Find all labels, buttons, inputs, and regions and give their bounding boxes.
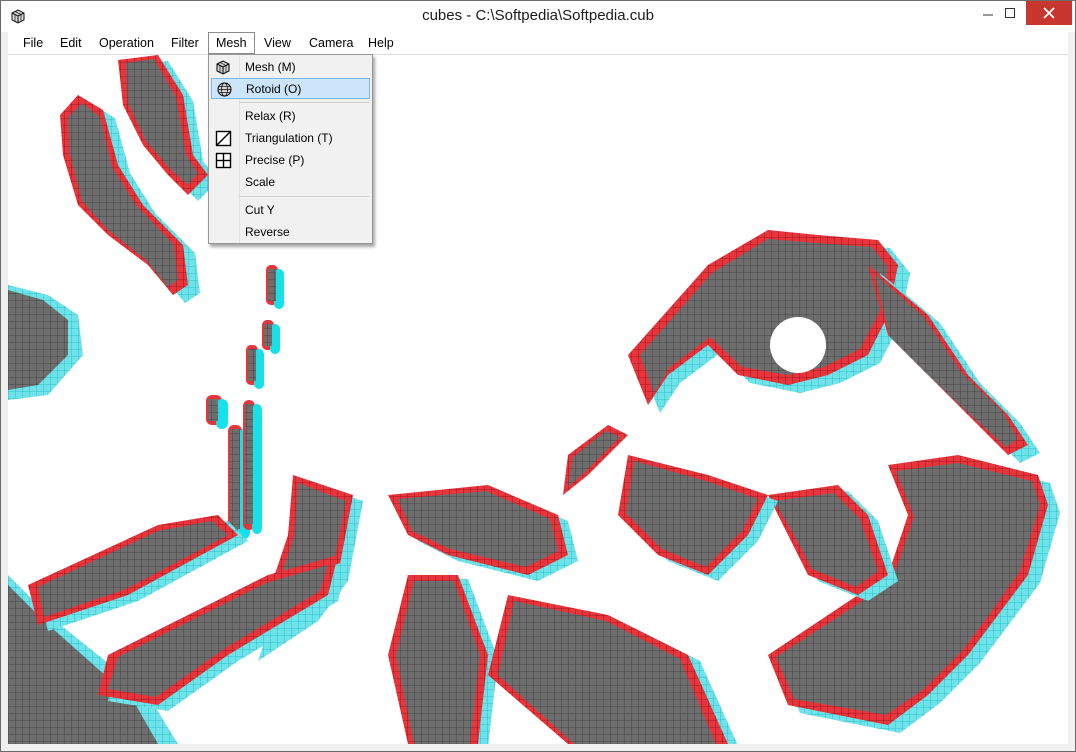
voxel-cluster bbox=[60, 55, 218, 303]
menu-item-label: Reverse bbox=[245, 225, 290, 239]
menu-item-relax[interactable]: Relax (R) bbox=[211, 106, 370, 127]
menu-item-label: Cut Y bbox=[245, 203, 275, 217]
menu-item-label: Relax (R) bbox=[245, 109, 296, 123]
menu-item-label: Rotoid (O) bbox=[246, 82, 302, 96]
menu-item-label: Precise (P) bbox=[245, 153, 305, 167]
menu-item-label: Mesh (M) bbox=[245, 60, 296, 74]
app-window: cubes - C:\Softpedia\Softpedia.cub File … bbox=[0, 0, 1076, 752]
menu-item-scale[interactable]: Scale bbox=[211, 172, 370, 193]
window-title: cubes - C:\Softpedia\Softpedia.cub bbox=[422, 7, 654, 24]
menu-item-precise[interactable]: Precise (P) bbox=[211, 150, 370, 171]
voxel-trail bbox=[206, 265, 284, 539]
menu-item-mesh[interactable]: Mesh (M) bbox=[211, 57, 370, 78]
3d-viewport[interactable] bbox=[8, 55, 1068, 744]
mesh-dropdown-menu: Mesh (M) Rotoid (O) Relax (R) Triangulat… bbox=[208, 54, 373, 244]
precise-grid-icon bbox=[215, 152, 232, 169]
close-button[interactable] bbox=[1026, 1, 1072, 25]
menu-item-triangulation[interactable]: Triangulation (T) bbox=[211, 128, 370, 149]
maximize-icon bbox=[1004, 8, 1015, 18]
menu-help[interactable]: Help bbox=[361, 32, 401, 54]
menu-item-reverse[interactable]: Reverse bbox=[211, 222, 370, 243]
close-icon bbox=[1043, 7, 1055, 19]
minimize-icon bbox=[983, 14, 993, 16]
menu-edit[interactable]: Edit bbox=[53, 32, 89, 54]
menu-filter[interactable]: Filter bbox=[164, 32, 206, 54]
rotoid-sphere-icon bbox=[217, 82, 232, 97]
anaglyph-voxel-render[interactable] bbox=[8, 55, 1068, 744]
menu-mesh[interactable]: Mesh bbox=[208, 32, 255, 54]
menu-file[interactable]: File bbox=[16, 32, 50, 54]
maximize-button[interactable] bbox=[995, 1, 1024, 25]
menu-item-rotoid[interactable]: Rotoid (O) bbox=[211, 78, 370, 99]
triangulation-icon bbox=[215, 130, 232, 147]
menu-bar: File Edit Operation Filter Mesh View Cam… bbox=[8, 32, 1068, 55]
title-bar: cubes - C:\Softpedia\Softpedia.cub bbox=[1, 1, 1075, 32]
menu-separator bbox=[239, 196, 369, 197]
mesh-cube-icon bbox=[216, 60, 230, 75]
menu-view[interactable]: View bbox=[257, 32, 298, 54]
menu-item-label: Scale bbox=[245, 175, 276, 189]
menu-item-label: Triangulation (T) bbox=[245, 131, 333, 145]
menu-operation[interactable]: Operation bbox=[92, 32, 161, 54]
menu-item-cut-y[interactable]: Cut Y bbox=[211, 200, 370, 221]
menu-camera[interactable]: Camera bbox=[302, 32, 360, 54]
menu-separator bbox=[239, 102, 369, 103]
